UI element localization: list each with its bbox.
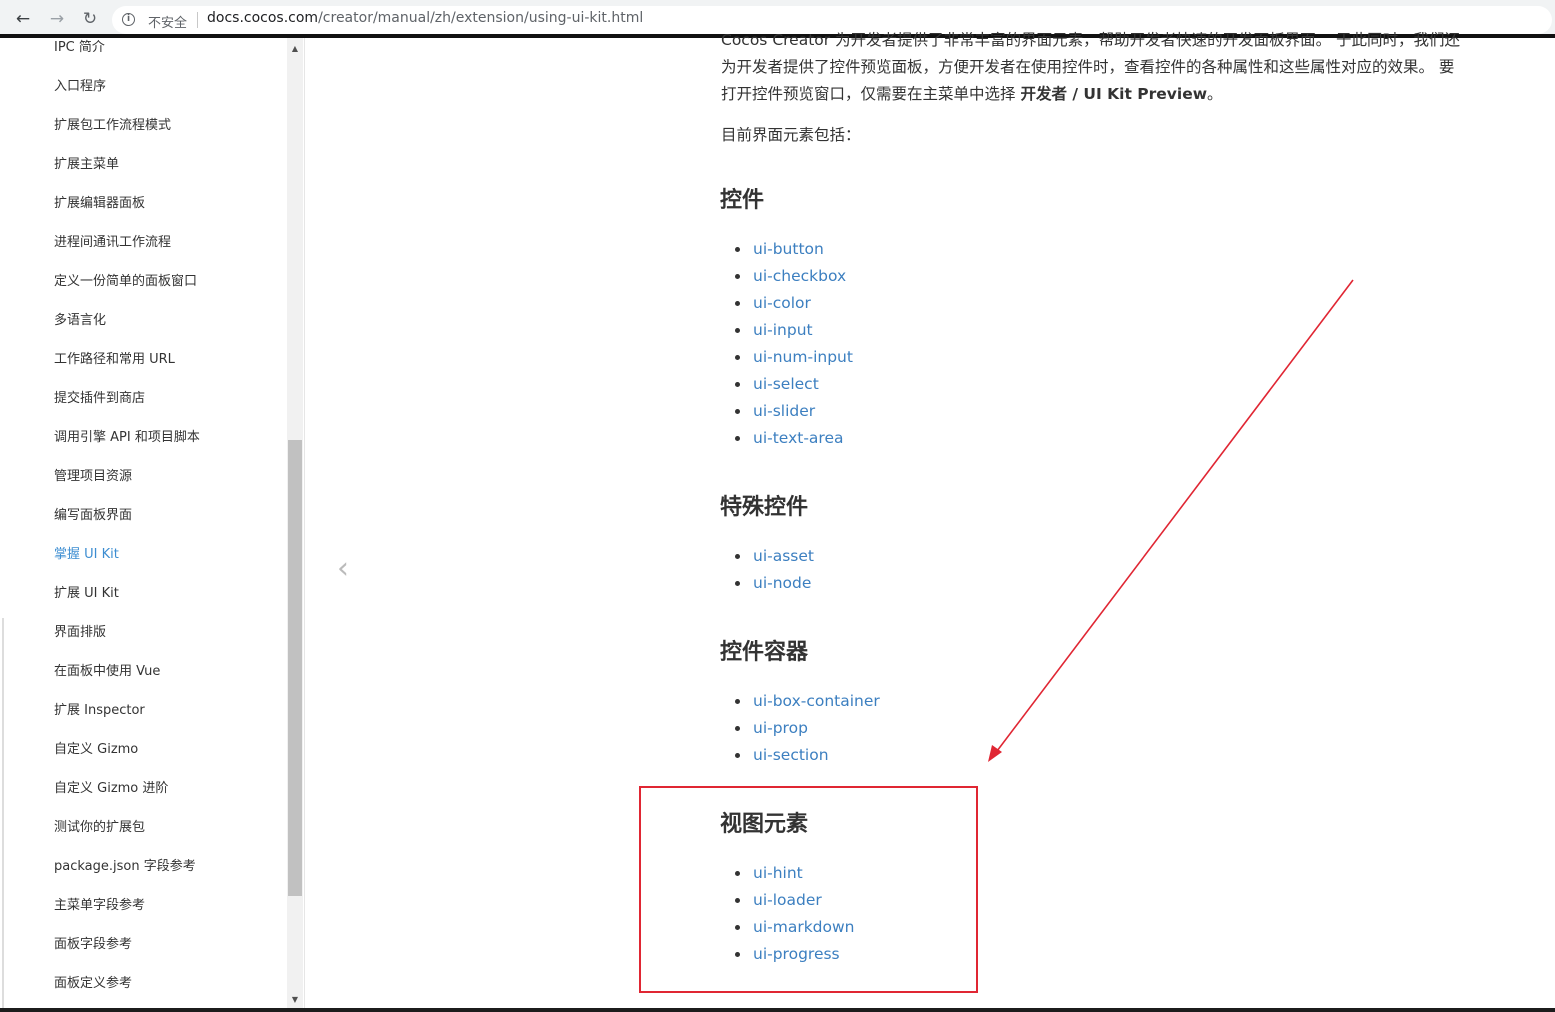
annotation-arrow: [988, 279, 1354, 762]
taskbar-edge: [0, 1008, 1555, 1012]
